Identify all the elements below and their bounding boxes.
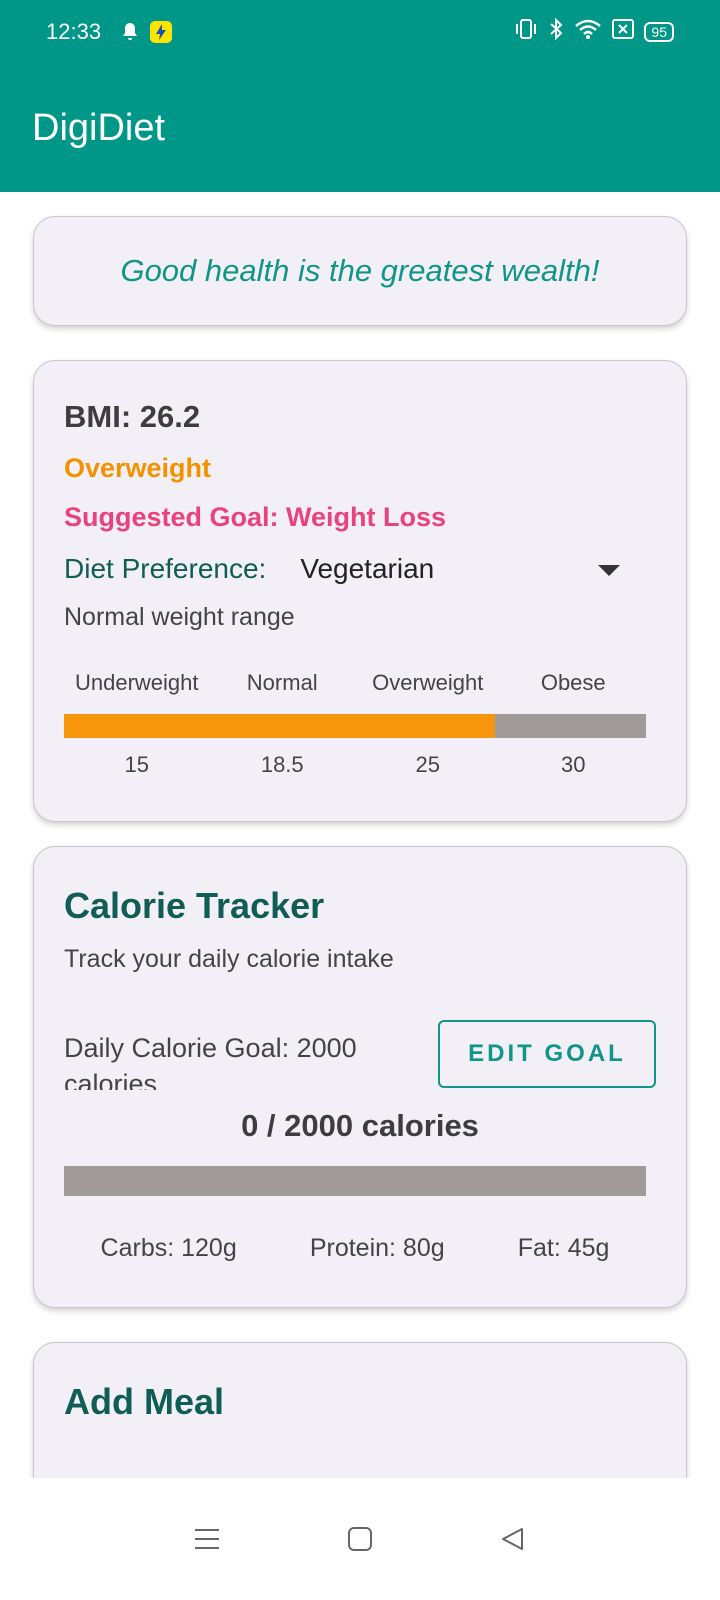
calorie-goal-row: Daily Calorie Goal: 2000 calories EDIT G… [64, 1020, 656, 1102]
calorie-progress-bar [64, 1166, 646, 1196]
scale-value: 25 [415, 752, 440, 777]
status-time: 12:33 [46, 19, 102, 44]
menu-icon[interactable] [187, 1519, 227, 1559]
scale-value: 30 [561, 752, 586, 777]
protein-value: Protein: 80g [309, 1234, 445, 1262]
bmi-scale-labels: Underweight Normal Overweight Obese [64, 670, 646, 696]
add-meal-card: Add Meal [33, 1342, 687, 1478]
scale-label: Overweight [372, 670, 484, 695]
bmi-card: BMI: 26.2 Overweight Suggested Goal: Wei… [33, 360, 687, 822]
diet-preference-value: Vegetarian [300, 553, 435, 584]
dropdown-arrow-icon [598, 565, 621, 576]
diet-preference-label: Diet Preference: [64, 553, 267, 584]
calorie-tracker-card: Calorie Tracker Track your daily calorie… [33, 846, 687, 1308]
bell-icon [121, 22, 139, 42]
bmi-progress-bar [64, 714, 646, 738]
app-title: DigiDiet [32, 106, 166, 149]
normal-range-text: Normal weight range [64, 603, 295, 631]
app-notification-icon [149, 20, 173, 44]
status-bar: 12:33 95 [0, 0, 720, 64]
system-nav-bar [0, 1478, 720, 1600]
wifi-icon [574, 18, 602, 46]
diet-preference-dropdown[interactable]: Vegetarian [300, 553, 621, 585]
add-meal-title: Add Meal [64, 1381, 225, 1422]
quote-card: Good health is the greatest wealth! [33, 216, 687, 326]
sim-icon [612, 19, 635, 45]
scroll-content[interactable]: Good health is the greatest wealth! BMI:… [0, 192, 720, 1478]
battery-icon: 95 [644, 22, 674, 42]
vibrate-icon [514, 18, 538, 46]
bmi-category: Overweight [64, 453, 212, 483]
suggested-goal: Suggested Goal: Weight Loss [64, 502, 447, 532]
bmi-value: BMI: 26.2 [64, 399, 201, 434]
scale-label: Obese [540, 670, 606, 695]
bluetooth-icon [548, 17, 564, 46]
calorie-tracker-subtitle: Track your daily calorie intake [64, 945, 394, 973]
quote-text: Good health is the greatest wealth! [120, 253, 600, 288]
daily-calorie-goal: Daily Calorie Goal: 2000 calories [64, 1033, 357, 1090]
scale-label: Underweight [74, 670, 199, 695]
macros-row: Carbs: 120g Protein: 80g Fat: 45g [64, 1234, 646, 1263]
scale-label: Normal [246, 670, 318, 695]
calorie-count: 0 / 2000 calories [241, 1108, 479, 1143]
diet-preference-row: Diet Preference: Vegetarian [64, 553, 656, 585]
carbs-value: Carbs: 120g [100, 1234, 237, 1262]
scale-value: 18.5 [260, 752, 304, 777]
app-bar: DigiDiet [0, 64, 720, 192]
bmi-progress-fill [64, 714, 495, 738]
home-icon[interactable] [340, 1519, 380, 1559]
back-icon[interactable] [493, 1519, 533, 1559]
bmi-scale-values: 15 18.5 25 30 [64, 752, 646, 778]
edit-goal-button[interactable]: EDIT GOAL [438, 1020, 656, 1088]
calorie-tracker-title: Calorie Tracker [64, 885, 325, 926]
fat-value: Fat: 45g [517, 1234, 610, 1262]
scale-value: 15 [124, 752, 149, 777]
